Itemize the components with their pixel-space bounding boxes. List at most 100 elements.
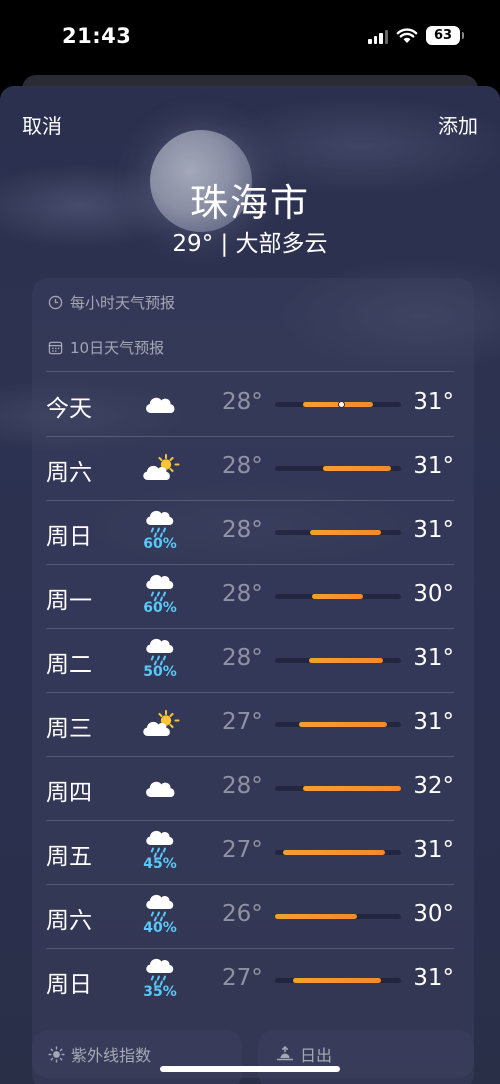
uv-index-label: 紫外线指数 xyxy=(71,1046,152,1065)
rain-cloud-icon: 60% xyxy=(140,506,180,558)
temp-range-bar xyxy=(275,850,401,855)
temp-range-fill xyxy=(302,786,401,791)
cellular-signal-icon xyxy=(368,28,388,44)
precip-chance: 60% xyxy=(143,536,177,552)
low-temp: 27° xyxy=(222,965,263,991)
temp-range-bar xyxy=(275,914,401,919)
rain-cloud-icon: 35% xyxy=(140,954,180,1006)
precip-chance: 45% xyxy=(143,856,177,872)
temp-range-fill xyxy=(292,978,381,983)
forecast-row[interactable]: 周三 27° 31° xyxy=(0,692,500,756)
forecast-row[interactable]: 周六 40% 26° 30° xyxy=(0,884,500,948)
city-name: 珠海市 xyxy=(189,181,310,225)
forecast-row[interactable]: 周日 35% 27° 31° xyxy=(0,948,500,1012)
sunrise-card[interactable]: 日出 xyxy=(258,1030,474,1084)
low-temp: 28° xyxy=(222,389,263,415)
cloud-icon xyxy=(140,762,180,814)
low-temp: 28° xyxy=(222,581,263,607)
low-temp: 27° xyxy=(222,709,263,735)
hourly-forecast-header[interactable]: 每小时天气预报 xyxy=(48,292,175,313)
temp-range-fill xyxy=(310,530,381,535)
rain-cloud-icon: 50% xyxy=(140,634,180,686)
temp-range-bar xyxy=(275,978,401,983)
clock-icon xyxy=(48,295,63,310)
rain-cloud-icon: 45% xyxy=(140,826,180,878)
temp-range-bar xyxy=(275,401,401,408)
high-temp: 31° xyxy=(413,645,454,671)
uv-index-header: 紫外线指数 xyxy=(48,1042,151,1066)
temp-range-fill xyxy=(309,658,384,663)
temp-range-fill xyxy=(322,466,391,471)
high-temp: 31° xyxy=(413,965,454,991)
temp-range-bar xyxy=(275,466,401,471)
wifi-icon xyxy=(396,27,418,43)
cloud-icon xyxy=(140,378,180,430)
high-temp: 30° xyxy=(413,581,454,607)
high-temp: 31° xyxy=(413,453,454,479)
high-temp: 31° xyxy=(413,517,454,543)
temp-range-fill xyxy=(282,850,385,855)
low-temp: 28° xyxy=(222,645,263,671)
high-temp: 31° xyxy=(413,709,454,735)
precip-chance: 60% xyxy=(143,600,177,616)
cancel-button[interactable]: 取消 xyxy=(22,110,62,139)
partly-sunny-icon xyxy=(140,698,180,750)
daily-forecast-label: 10日天气预报 xyxy=(70,339,165,357)
forecast-row[interactable]: 周一 60% 28° 30° xyxy=(0,564,500,628)
forecast-day: 周日 xyxy=(46,972,92,998)
daily-forecast-header: 10日天气预报 xyxy=(48,337,164,358)
forecast-day: 周四 xyxy=(46,780,92,806)
forecast-row[interactable]: 周四 28° 32° xyxy=(0,756,500,820)
home-indicator[interactable] xyxy=(160,1066,340,1072)
forecast-day: 周五 xyxy=(46,844,92,870)
forecast-day: 周六 xyxy=(46,460,92,486)
status-icons: 63 xyxy=(368,26,464,45)
hourly-forecast-label: 每小时天气预报 xyxy=(70,294,176,312)
temp-range-bar xyxy=(275,658,401,663)
status-time: 21:43 xyxy=(62,24,132,48)
high-temp: 31° xyxy=(413,837,454,863)
forecast-row[interactable]: 周二 50% 28° 31° xyxy=(0,628,500,692)
forecast-row[interactable]: 今天 28° 31° xyxy=(0,372,500,436)
forecast-day: 周三 xyxy=(46,716,92,742)
low-temp: 27° xyxy=(222,837,263,863)
forecast-day: 周日 xyxy=(46,524,92,550)
weather-summary: 29° | 大部多云 xyxy=(172,231,328,257)
high-temp: 32° xyxy=(413,773,454,799)
sun-icon xyxy=(48,1045,65,1063)
temp-range-bar xyxy=(275,722,401,727)
forecast-row[interactable]: 周六 28° 31° xyxy=(0,436,500,500)
partly-sunny-icon xyxy=(140,442,180,494)
low-temp: 28° xyxy=(222,453,263,479)
sunrise-icon xyxy=(277,1045,293,1060)
forecast-row[interactable]: 周日 60% 28° 31° xyxy=(0,500,500,564)
sunrise-label: 日出 xyxy=(300,1046,333,1065)
battery-icon: 63 xyxy=(426,26,464,45)
sunrise-header: 日出 xyxy=(276,1042,332,1066)
precip-chance: 35% xyxy=(143,984,177,1000)
high-temp: 30° xyxy=(413,901,454,927)
rain-cloud-icon: 60% xyxy=(140,570,180,622)
temp-range-fill xyxy=(311,594,364,599)
forecast-day: 今天 xyxy=(46,396,92,422)
temp-range-bar xyxy=(275,530,401,535)
temp-range-fill xyxy=(298,722,388,727)
calendar-icon xyxy=(48,341,63,355)
low-temp: 28° xyxy=(222,517,263,543)
status-bar: 21:43 63 xyxy=(0,0,500,75)
precip-chance: 40% xyxy=(143,920,177,936)
temp-range-bar xyxy=(275,786,401,791)
weather-sheet: 取消 添加 珠海市 29° | 大部多云 每小时天气预报 10日天气预报 今天 2… xyxy=(0,86,500,1084)
high-temp: 31° xyxy=(413,389,454,415)
temp-range-fill xyxy=(275,914,357,919)
forecast-row[interactable]: 周五 45% 27° 31° xyxy=(0,820,500,884)
low-temp: 28° xyxy=(222,773,263,799)
temp-range-bar xyxy=(275,594,401,599)
add-button[interactable]: 添加 xyxy=(438,110,478,139)
forecast-day: 周六 xyxy=(46,908,92,934)
low-temp: 26° xyxy=(222,901,263,927)
precip-chance: 50% xyxy=(143,664,177,680)
forecast-day: 周二 xyxy=(46,652,92,678)
uv-index-card[interactable]: 紫外线指数 xyxy=(32,1030,242,1084)
forecast-day: 周一 xyxy=(46,588,92,614)
